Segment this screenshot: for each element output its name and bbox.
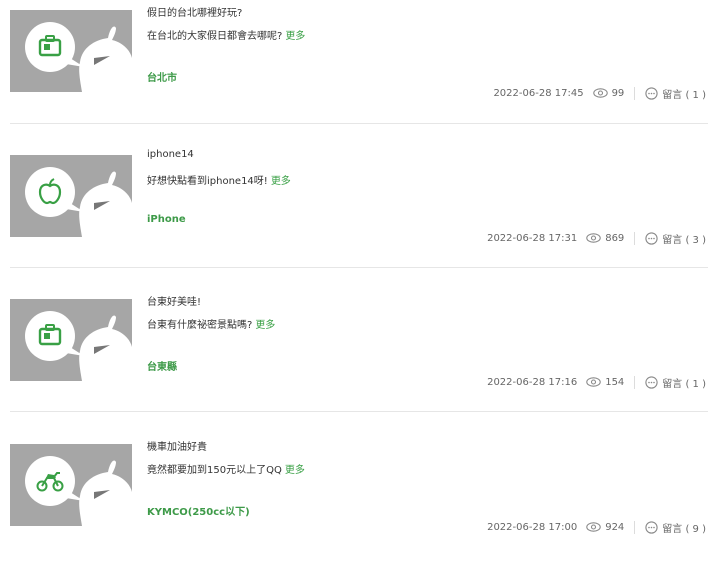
post-divider	[10, 267, 708, 268]
comment-bubble-icon	[645, 520, 658, 534]
post-date: 2022-06-28 17:16	[487, 376, 578, 388]
post-title[interactable]: 台東好美哇!	[147, 293, 201, 308]
post-title[interactable]: 機車加油好貴	[147, 438, 207, 453]
meta-divider	[634, 86, 636, 100]
post-thumbnail[interactable]	[10, 155, 132, 237]
post-meta: 2022-06-28 17:31 869 留言 ( 3 )	[487, 231, 706, 246]
post-tag[interactable]: KYMCO(250cc以下)	[147, 503, 250, 518]
comment-bubble-icon	[645, 86, 658, 100]
post-title[interactable]: 假日的台北哪裡好玩?	[147, 4, 242, 19]
post-meta: 2022-06-28 17:45 99 留言 ( 1 )	[493, 86, 706, 101]
post-thumbnail[interactable]	[10, 299, 132, 381]
post-title[interactable]: iphone14	[147, 149, 194, 160]
view-count: 154	[586, 377, 624, 388]
view-count: 869	[586, 233, 624, 244]
post-tag[interactable]: 台東縣	[147, 358, 177, 373]
meta-divider	[634, 375, 636, 389]
eye-icon	[586, 522, 601, 532]
post-tag[interactable]: iPhone	[147, 214, 186, 225]
post-thumbnail[interactable]	[10, 444, 132, 526]
post-item[interactable]: 機車加油好貴 竟然都要加到150元以上了QQ 更多 KYMCO(250cc以下) …	[0, 434, 720, 578]
post-meta: 2022-06-28 17:16 154 留言 ( 1 )	[487, 375, 706, 390]
post-date: 2022-06-28 17:45	[493, 87, 584, 99]
more-link[interactable]: 更多	[285, 31, 305, 42]
more-link[interactable]: 更多	[255, 320, 275, 331]
post-meta: 2022-06-28 17:00 924 留言 ( 9 )	[487, 520, 706, 535]
post-tag[interactable]: 台北市	[147, 69, 177, 84]
post-excerpt: 台東有什麼祕密景點嗎? 更多	[147, 320, 276, 331]
post-date: 2022-06-28 17:31	[487, 232, 578, 244]
comment-bubble-icon	[645, 375, 658, 389]
eye-icon	[586, 233, 601, 243]
comment-link[interactable]: 留言 ( 3 )	[645, 231, 706, 246]
comment-link[interactable]: 留言 ( 1 )	[645, 86, 706, 101]
post-thumbnail[interactable]	[10, 10, 132, 92]
post-divider	[10, 411, 708, 412]
comment-link[interactable]: 留言 ( 9 )	[645, 520, 706, 535]
post-excerpt: 竟然都要加到150元以上了QQ 更多	[147, 465, 305, 476]
more-link[interactable]: 更多	[271, 176, 291, 187]
eye-icon	[586, 377, 601, 387]
view-count: 99	[592, 88, 624, 99]
more-link[interactable]: 更多	[285, 465, 305, 476]
meta-divider	[634, 520, 636, 534]
post-divider	[10, 123, 708, 124]
post-excerpt: 在台北的大家假日都會去哪呢? 更多	[147, 31, 306, 42]
comment-link[interactable]: 留言 ( 1 )	[645, 375, 706, 390]
comment-bubble-icon	[645, 231, 658, 245]
meta-divider	[634, 231, 636, 245]
post-excerpt: 好想快點看到iphone14呀! 更多	[147, 176, 291, 187]
post-date: 2022-06-28 17:00	[487, 521, 578, 533]
eye-icon	[592, 88, 608, 98]
view-count: 924	[586, 522, 624, 533]
